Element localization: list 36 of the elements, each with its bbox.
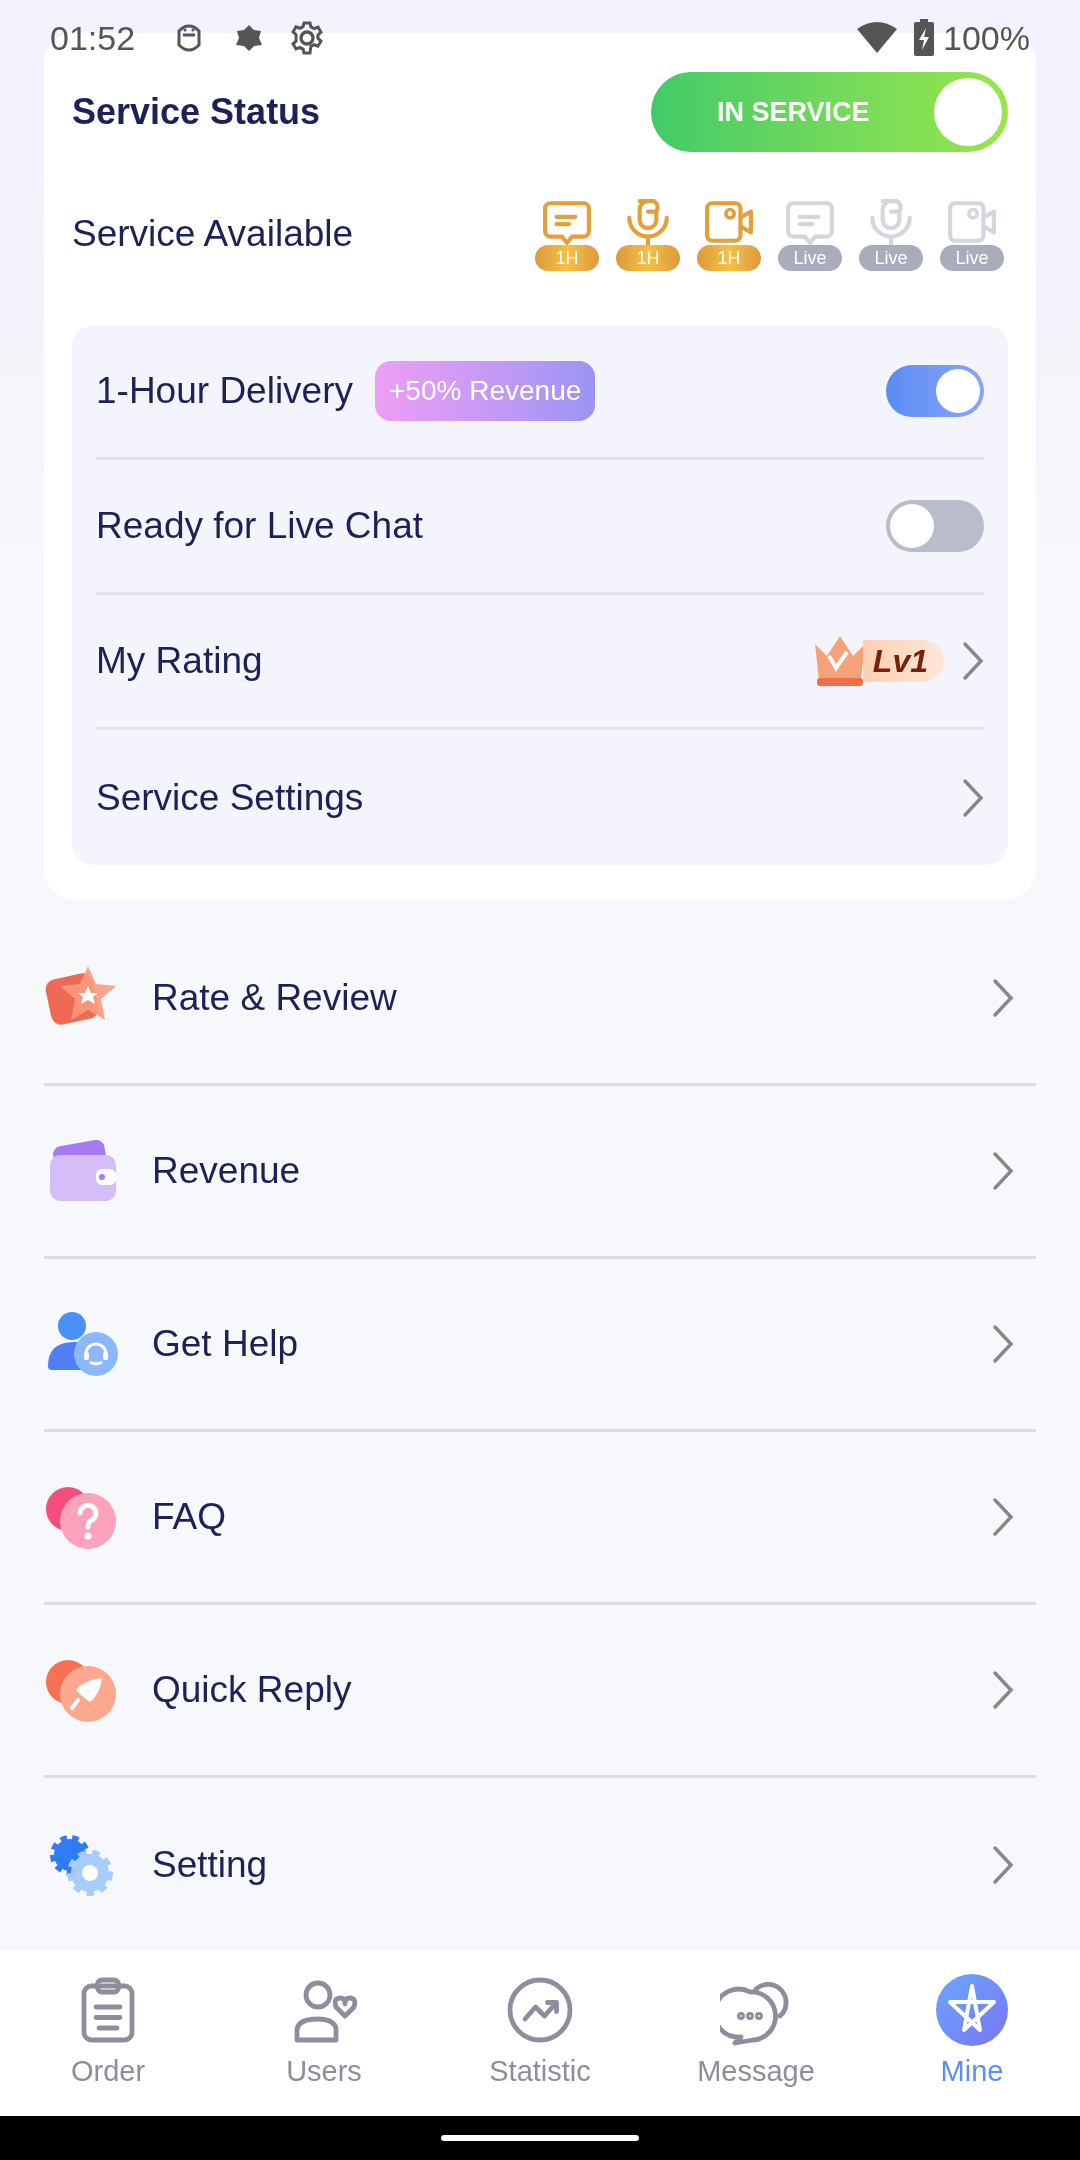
setting-label: Service Settings: [96, 775, 364, 820]
wifi-icon: [855, 21, 900, 55]
service-badge: 1H: [697, 245, 761, 271]
status-time: 01:52: [50, 17, 136, 59]
chevron-right-icon: [992, 1497, 1014, 1537]
chevron-right-icon[interactable]: [962, 777, 984, 818]
level-badge: Lv1: [862, 640, 944, 682]
section-title: Service Status: [72, 90, 321, 134]
service-badge: Live: [778, 245, 842, 271]
revenue-tag: +50% Revenue: [375, 361, 596, 421]
star-badge-icon: [936, 1973, 1008, 2046]
home-indicator[interactable]: [441, 2134, 639, 2141]
toggle-switch[interactable]: [886, 500, 984, 552]
chevron-right-icon: [992, 1844, 1014, 1885]
menu-item[interactable]: Setting: [44, 1778, 1036, 1951]
service-badge: 1H: [616, 245, 680, 271]
menu-item[interactable]: FAQ: [44, 1432, 1036, 1605]
chevron-right-icon: [992, 1151, 1014, 1191]
toggle-switch[interactable]: [886, 365, 984, 417]
menu-item[interactable]: Revenue: [44, 1086, 1036, 1259]
setting-label: Ready for Live Chat: [96, 504, 423, 549]
service-badge: 1H: [535, 245, 599, 271]
menu-item[interactable]: Get Help: [44, 1259, 1036, 1432]
battery-percent: 100%: [943, 17, 1030, 59]
setting-label: 1-Hour Delivery: [96, 369, 353, 414]
setting-label: My Rating: [96, 639, 263, 684]
menu-item[interactable]: Rate & Review: [44, 913, 1036, 1086]
chevron-right-icon: [992, 1324, 1014, 1364]
service-badge: Live: [940, 245, 1004, 271]
chevron-right-icon[interactable]: [962, 641, 984, 681]
menu-item[interactable]: Quick Reply: [44, 1605, 1036, 1778]
service-badge: Live: [859, 245, 923, 271]
settings-icon: [289, 20, 326, 56]
chevron-right-icon: [992, 1670, 1014, 1710]
chevron-right-icon: [992, 978, 1014, 1018]
row-label: Service Available: [72, 212, 354, 257]
